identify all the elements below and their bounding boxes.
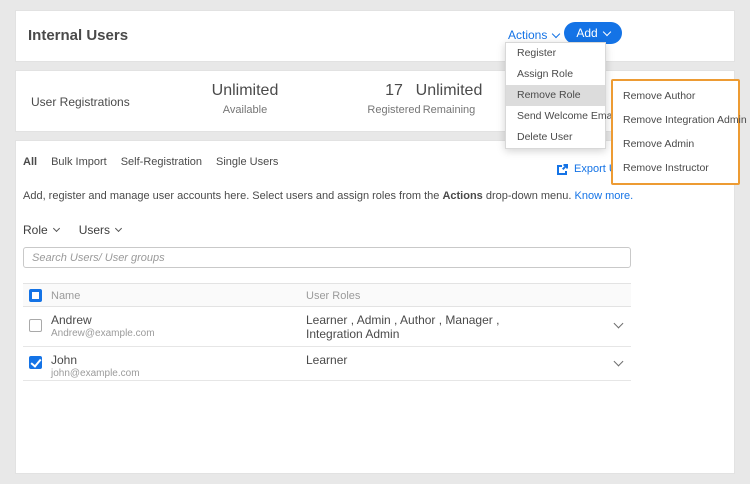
chevron-down-icon [552, 29, 560, 37]
users-filter-label: Users [79, 223, 110, 237]
stat-value: Unlimited [180, 82, 310, 100]
chevron-down-icon [115, 225, 122, 232]
tab-single-users[interactable]: Single Users [216, 156, 278, 168]
chevron-down-icon[interactable] [614, 357, 624, 367]
filter-bar: Role Users [23, 223, 121, 237]
menu-item-remove-role[interactable]: Remove Role [506, 85, 605, 106]
chevron-down-icon[interactable] [614, 319, 624, 329]
table-header: Name User Roles [23, 283, 631, 307]
column-header-name: Name [51, 290, 80, 302]
tab-self-registration[interactable]: Self-Registration [121, 156, 202, 168]
user-roles: Learner [306, 353, 551, 367]
page-description: Add, register and manage user accounts h… [23, 190, 663, 202]
remove-role-submenu: Remove Author Remove Integration Admin R… [611, 79, 740, 185]
user-name: John [51, 353, 77, 367]
users-filter-dropdown[interactable]: Users [79, 223, 121, 237]
user-roles: Learner , Admin , Author , Manager , Int… [306, 313, 551, 341]
actions-dropdown-trigger[interactable]: Actions [508, 28, 559, 42]
submenu-item-remove-integration-admin[interactable]: Remove Integration Admin [613, 108, 738, 132]
add-label: Add [576, 26, 597, 40]
user-email: Andrew@example.com [51, 328, 155, 339]
description-bold: Actions [442, 190, 482, 202]
user-email: john@example.com [51, 368, 140, 379]
stat-caption: Available [180, 104, 310, 116]
submenu-item-remove-instructor[interactable]: Remove Instructor [613, 156, 738, 180]
table-row[interactable]: Andrew Andrew@example.com Learner , Admi… [23, 307, 631, 347]
menu-item-assign-role[interactable]: Assign Role [506, 64, 605, 85]
tab-bulk-import[interactable]: Bulk Import [51, 156, 107, 168]
tab-all[interactable]: All [23, 156, 37, 168]
menu-item-register[interactable]: Register [506, 43, 605, 64]
page-title: Internal Users [28, 27, 128, 44]
row-checkbox[interactable] [29, 356, 42, 369]
user-name: Andrew [51, 313, 92, 327]
know-more-link[interactable]: Know more. [575, 190, 634, 202]
stat-value: Unlimited [399, 82, 499, 100]
export-icon [556, 163, 569, 175]
row-checkbox[interactable] [29, 319, 42, 332]
chevron-down-icon [602, 27, 610, 35]
table-row[interactable]: John john@example.com Learner [23, 347, 631, 381]
menu-item-send-welcome-email[interactable]: Send Welcome Email [506, 106, 605, 127]
main-panel: All Bulk Import Self-Registration Single… [15, 140, 735, 474]
tab-bar: All Bulk Import Self-Registration Single… [23, 156, 278, 168]
stat-caption: Remaining [399, 104, 499, 116]
description-text: drop-down menu. [483, 190, 575, 202]
description-text: Add, register and manage user accounts h… [23, 190, 442, 202]
role-filter-dropdown[interactable]: Role [23, 223, 59, 237]
menu-item-delete-user[interactable]: Delete User [506, 127, 605, 148]
search-input[interactable] [23, 247, 631, 268]
header-panel: Internal Users Actions Add [15, 10, 735, 62]
add-button[interactable]: Add [564, 22, 622, 44]
actions-label: Actions [508, 28, 547, 42]
submenu-item-remove-author[interactable]: Remove Author [613, 84, 738, 108]
role-filter-label: Role [23, 223, 48, 237]
stat-remaining: Unlimited Remaining [399, 82, 499, 116]
stats-label: User Registrations [31, 95, 130, 109]
chevron-down-icon [53, 225, 60, 232]
stat-available: Unlimited Available [180, 82, 310, 116]
submenu-item-remove-admin[interactable]: Remove Admin [613, 132, 738, 156]
select-all-checkbox[interactable] [29, 289, 42, 302]
actions-dropdown-menu: Register Assign Role Remove Role Send We… [505, 42, 606, 149]
column-header-user-roles: User Roles [306, 290, 360, 302]
